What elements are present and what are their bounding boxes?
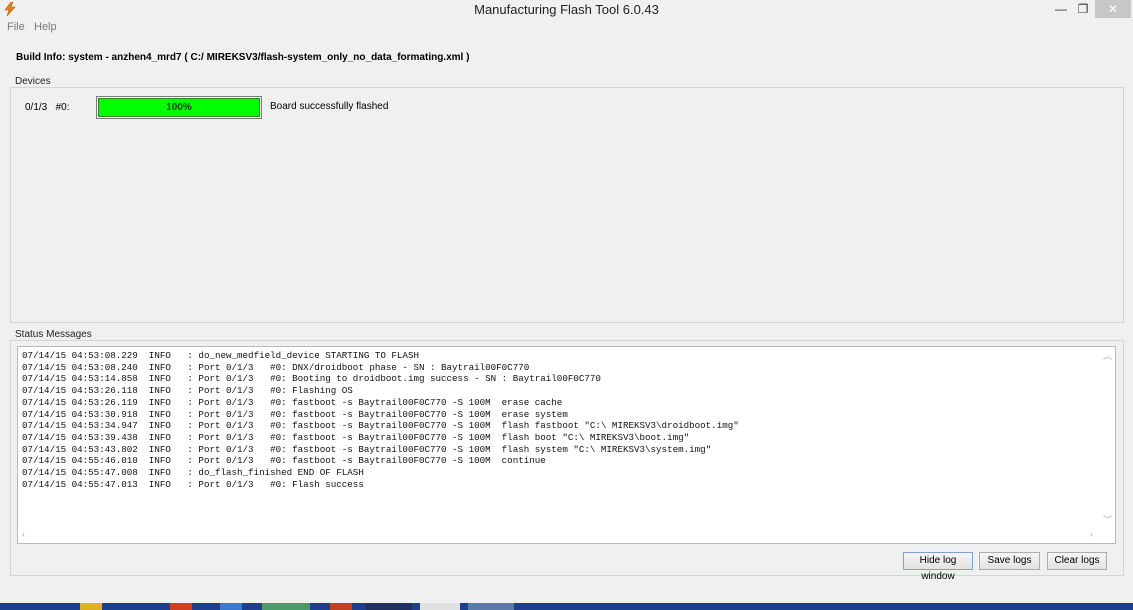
log-line: 07/14/15 04:53:08.240 INFO : Port 0/1/3 …: [22, 361, 530, 373]
close-button[interactable]: ✕: [1095, 0, 1131, 18]
taskbar-item[interactable]: [170, 603, 192, 610]
log-line: 07/14/15 04:55:46.010 INFO : Port 0/1/3 …: [22, 455, 546, 467]
log-line: 07/14/15 04:55:47.013 INFO : Port 0/1/3 …: [22, 478, 364, 490]
title-bar: Manufacturing Flash Tool 6.0.43 — ❐ ✕: [0, 0, 1133, 19]
menu-help[interactable]: Help: [34, 21, 57, 33]
taskbar: [0, 603, 1133, 610]
log-line: 07/14/15 04:53:26.118 INFO : Port 0/1/3 …: [22, 385, 353, 397]
vertical-scrollbar[interactable]: ︿ ﹀: [1098, 347, 1115, 527]
taskbar-item[interactable]: [80, 603, 102, 610]
log-content: 07/14/15 04:53:08.229 INFO : do_new_medf…: [22, 350, 1092, 520]
device-id: 0/1/3 #0:: [25, 102, 70, 113]
hide-log-window-button[interactable]: Hide log window: [903, 552, 973, 582]
taskbar-item[interactable]: [420, 603, 460, 610]
scroll-right-icon[interactable]: ›: [1090, 529, 1093, 539]
status-messages-title: Status Messages: [12, 329, 95, 340]
taskbar-item[interactable]: [220, 603, 242, 610]
clear-logs-button[interactable]: Clear logs: [1047, 552, 1107, 570]
minimize-button[interactable]: —: [1050, 0, 1072, 18]
progress-label: 100%: [166, 102, 192, 113]
menu-bar: File Help: [0, 19, 1133, 36]
log-line: 07/14/15 04:53:39.438 INFO : Port 0/1/3 …: [22, 431, 690, 443]
devices-group-title: Devices: [12, 76, 54, 87]
log-line: 07/14/15 04:55:47.008 INFO : do_flash_fi…: [22, 467, 364, 479]
devices-group: [10, 87, 1124, 323]
log-line: 07/14/15 04:53:30.918 INFO : Port 0/1/3 …: [22, 408, 568, 420]
taskbar-item[interactable]: [262, 603, 310, 610]
taskbar-item[interactable]: [468, 603, 514, 610]
restore-button[interactable]: ❐: [1072, 0, 1094, 18]
log-line: 07/14/15 04:53:43.802 INFO : Port 0/1/3 …: [22, 443, 712, 455]
log-line: 07/14/15 04:53:08.229 INFO : do_new_medf…: [22, 350, 419, 361]
scroll-down-icon[interactable]: ﹀: [1103, 513, 1112, 526]
save-logs-button[interactable]: Save logs: [979, 552, 1040, 570]
device-status-text: Board successfully flashed: [270, 101, 389, 112]
build-info: Build Info: system - anzhen4_mrd7 ( C:/ …: [16, 52, 470, 63]
taskbar-item[interactable]: [366, 603, 412, 610]
scroll-up-icon[interactable]: ︿: [1103, 349, 1112, 362]
log-line: 07/14/15 04:53:14.858 INFO : Port 0/1/3 …: [22, 373, 601, 385]
window-title: Manufacturing Flash Tool 6.0.43: [474, 2, 659, 17]
taskbar-item[interactable]: [330, 603, 352, 610]
horizontal-scrollbar[interactable]: ‹ ›: [18, 527, 1099, 543]
scroll-left-icon[interactable]: ‹: [22, 529, 25, 539]
flash-progress-bar: 100%: [96, 96, 262, 119]
log-text-area[interactable]: 07/14/15 04:53:08.229 INFO : do_new_medf…: [17, 346, 1116, 544]
log-line: 07/14/15 04:53:34.947 INFO : Port 0/1/3 …: [22, 420, 739, 432]
log-line: 07/14/15 04:53:26.119 INFO : Port 0/1/3 …: [22, 396, 563, 408]
menu-file[interactable]: File: [7, 21, 25, 33]
